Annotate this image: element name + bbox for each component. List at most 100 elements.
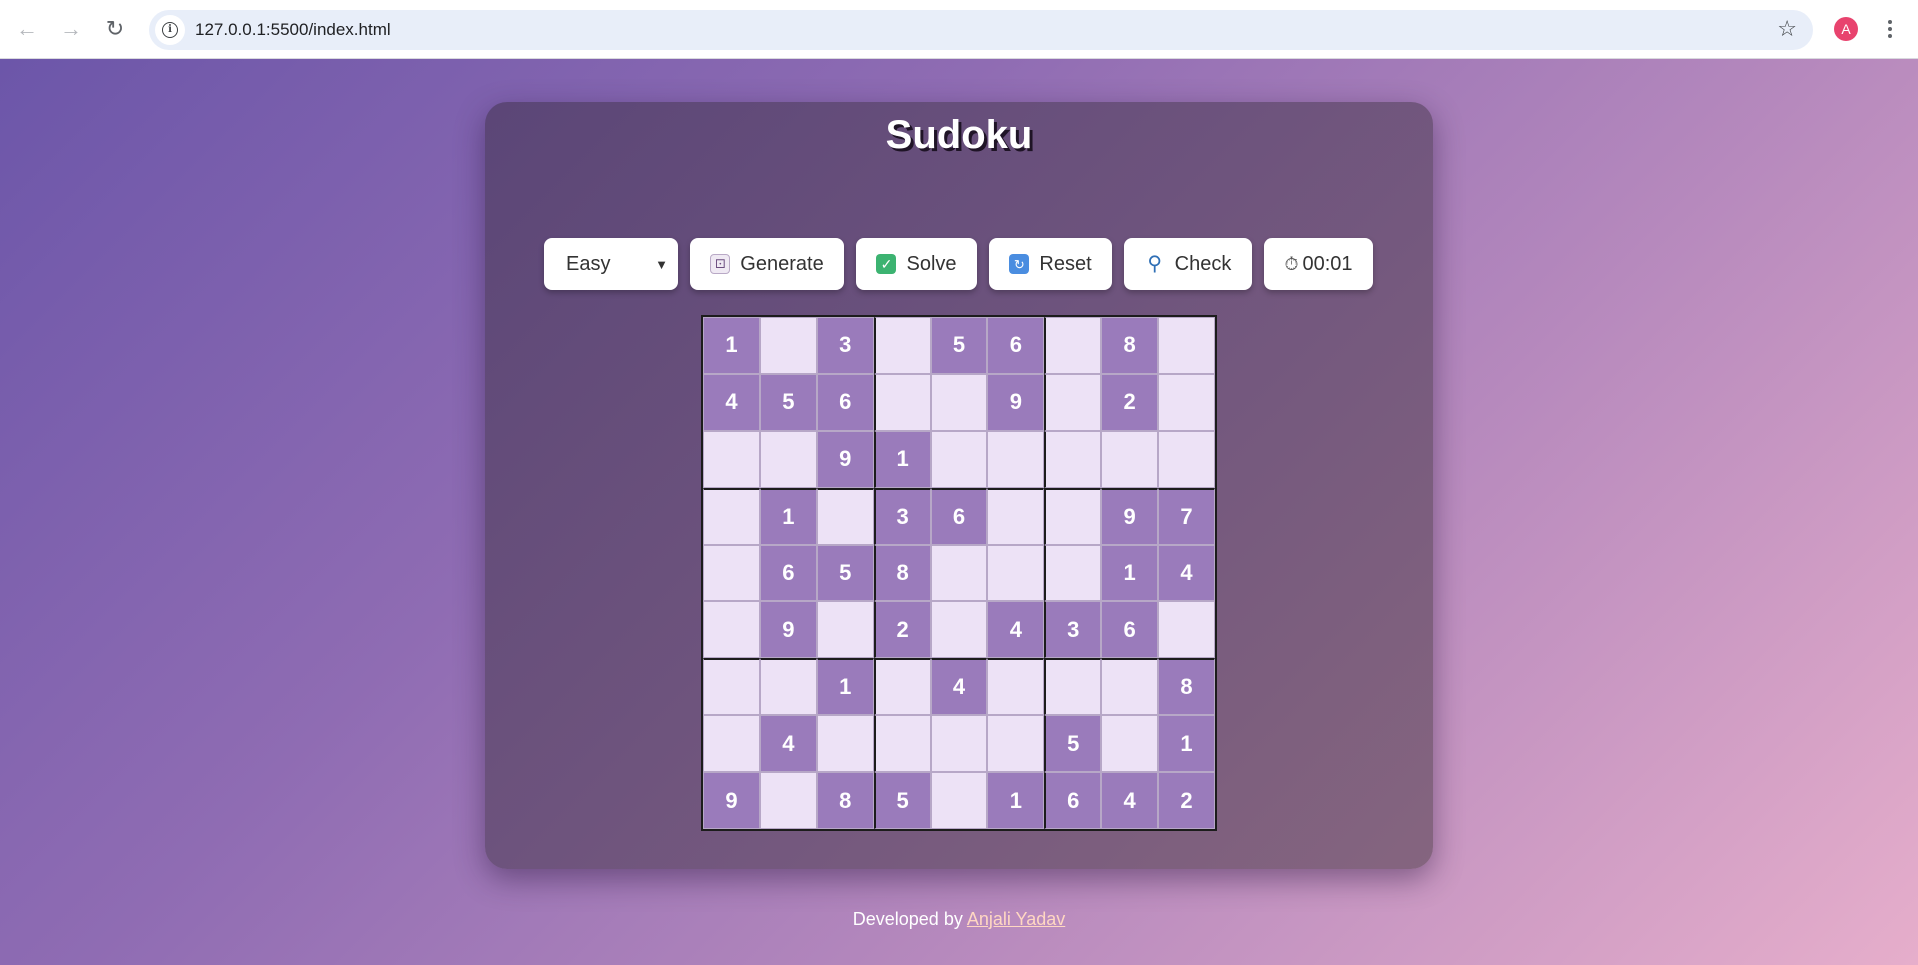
sudoku-cell[interactable]: 8 — [1101, 317, 1159, 374]
sudoku-cell[interactable] — [1044, 317, 1102, 374]
sudoku-cell[interactable] — [930, 373, 988, 431]
sudoku-cell[interactable]: 1 — [703, 317, 760, 374]
sudoku-cell[interactable] — [987, 430, 1045, 488]
sudoku-cell[interactable] — [1158, 373, 1215, 431]
sudoku-cell[interactable] — [1101, 430, 1159, 488]
sudoku-cell[interactable]: 9 — [703, 772, 760, 829]
page-title: Sudoku — [885, 113, 1033, 157]
timer-value: 00:01 — [1302, 252, 1353, 275]
sudoku-cell[interactable] — [703, 544, 760, 602]
sudoku-cell[interactable] — [873, 715, 931, 773]
sudoku-cell[interactable]: 6 — [987, 317, 1045, 374]
sudoku-cell[interactable]: 6 — [930, 487, 988, 545]
sudoku-cell[interactable]: 5 — [930, 317, 988, 374]
sudoku-cell[interactable] — [873, 317, 931, 374]
sudoku-cell[interactable]: 5 — [1044, 715, 1102, 773]
sudoku-cell[interactable]: 3 — [816, 317, 874, 374]
sudoku-cell[interactable] — [987, 544, 1045, 602]
sudoku-cell[interactable]: 2 — [1101, 373, 1159, 431]
sudoku-cell[interactable]: 8 — [816, 772, 874, 829]
sudoku-cell[interactable] — [1044, 430, 1102, 488]
sudoku-cell[interactable] — [930, 430, 988, 488]
sudoku-cell[interactable] — [703, 715, 760, 773]
sudoku-cell[interactable]: 6 — [1101, 601, 1159, 659]
sudoku-cell[interactable]: 5 — [759, 373, 817, 431]
sudoku-cell[interactable]: 4 — [759, 715, 817, 773]
sudoku-cell[interactable]: 4 — [987, 601, 1045, 659]
sudoku-cell[interactable] — [703, 658, 760, 716]
sudoku-cell[interactable]: 1 — [1101, 544, 1159, 602]
sudoku-cell[interactable] — [873, 373, 931, 431]
sudoku-cell[interactable] — [703, 601, 760, 659]
sudoku-cell[interactable] — [873, 658, 931, 716]
sudoku-cell[interactable]: 9 — [816, 430, 874, 488]
sudoku-cell[interactable] — [816, 487, 874, 545]
sudoku-cell[interactable]: 1 — [873, 430, 931, 488]
sudoku-cell[interactable] — [987, 658, 1045, 716]
sudoku-cell[interactable] — [1044, 487, 1102, 545]
controls-bar: Easy ▼ ⚀ Generate ✓ Solve ↻ Reset ⚲ Chec… — [544, 238, 1373, 290]
sudoku-cell[interactable] — [759, 317, 817, 374]
sudoku-cell[interactable]: 1 — [1158, 715, 1215, 773]
site-info-icon[interactable]: i — [155, 15, 185, 45]
sudoku-cell[interactable]: 3 — [873, 487, 931, 545]
sudoku-cell[interactable] — [930, 715, 988, 773]
sudoku-cell[interactable] — [1044, 544, 1102, 602]
back-arrow-icon[interactable]: ← — [12, 12, 42, 46]
author-link[interactable]: Anjali Yadav — [967, 909, 1065, 929]
menu-dots-icon[interactable] — [1880, 14, 1900, 44]
sudoku-cell[interactable]: 4 — [1158, 544, 1215, 602]
sudoku-cell[interactable]: 8 — [873, 544, 931, 602]
sudoku-cell[interactable] — [703, 487, 760, 545]
sudoku-cell[interactable] — [1044, 373, 1102, 431]
solve-button[interactable]: ✓ Solve — [856, 238, 977, 290]
sudoku-cell[interactable]: 6 — [1044, 772, 1102, 829]
sudoku-cell[interactable]: 1 — [816, 658, 874, 716]
generate-button[interactable]: ⚀ Generate — [690, 238, 844, 290]
profile-avatar[interactable]: A — [1834, 17, 1858, 41]
sudoku-cell[interactable]: 9 — [759, 601, 817, 659]
address-bar[interactable]: i 127.0.0.1:5500/index.html ☆ — [149, 10, 1813, 50]
sudoku-cell[interactable] — [703, 430, 760, 488]
sudoku-cell[interactable]: 9 — [987, 373, 1045, 431]
sudoku-cell[interactable] — [759, 430, 817, 488]
sudoku-cell[interactable] — [759, 772, 817, 829]
sudoku-cell[interactable]: 2 — [1158, 772, 1215, 829]
sudoku-cell[interactable]: 4 — [1101, 772, 1159, 829]
sudoku-cell[interactable]: 5 — [873, 772, 931, 829]
url-text[interactable]: 127.0.0.1:5500/index.html — [195, 20, 391, 40]
sudoku-cell[interactable]: 6 — [816, 373, 874, 431]
sudoku-cell[interactable] — [1158, 601, 1215, 659]
solve-label: Solve — [906, 252, 957, 275]
sudoku-cell[interactable]: 4 — [930, 658, 988, 716]
sudoku-cell[interactable]: 5 — [816, 544, 874, 602]
sudoku-cell[interactable] — [930, 544, 988, 602]
sudoku-cell[interactable]: 4 — [703, 373, 760, 431]
sudoku-cell[interactable] — [987, 715, 1045, 773]
reset-button[interactable]: ↻ Reset — [989, 238, 1112, 290]
sudoku-cell[interactable] — [1158, 430, 1215, 488]
sudoku-cell[interactable]: 8 — [1158, 658, 1215, 716]
sudoku-cell[interactable]: 3 — [1044, 601, 1102, 659]
sudoku-cell[interactable]: 1 — [759, 487, 817, 545]
sudoku-cell[interactable] — [930, 601, 988, 659]
sudoku-cell[interactable]: 2 — [873, 601, 931, 659]
bookmark-star-icon[interactable]: ☆ — [1777, 16, 1797, 42]
sudoku-cell[interactable] — [816, 601, 874, 659]
sudoku-cell[interactable] — [987, 487, 1045, 545]
forward-arrow-icon[interactable]: → — [56, 12, 86, 46]
sudoku-cell[interactable] — [1101, 715, 1159, 773]
sudoku-cell[interactable] — [1101, 658, 1159, 716]
check-button[interactable]: ⚲ Check — [1124, 238, 1252, 290]
sudoku-cell[interactable]: 9 — [1101, 487, 1159, 545]
sudoku-cell[interactable] — [816, 715, 874, 773]
sudoku-cell[interactable] — [1158, 317, 1215, 374]
difficulty-select[interactable]: Easy ▼ — [544, 238, 678, 290]
reload-icon[interactable]: ↻ — [100, 12, 130, 46]
sudoku-cell[interactable] — [1044, 658, 1102, 716]
sudoku-cell[interactable] — [759, 658, 817, 716]
sudoku-cell[interactable]: 7 — [1158, 487, 1215, 545]
sudoku-cell[interactable]: 1 — [987, 772, 1045, 829]
sudoku-cell[interactable] — [930, 772, 988, 829]
sudoku-cell[interactable]: 6 — [759, 544, 817, 602]
